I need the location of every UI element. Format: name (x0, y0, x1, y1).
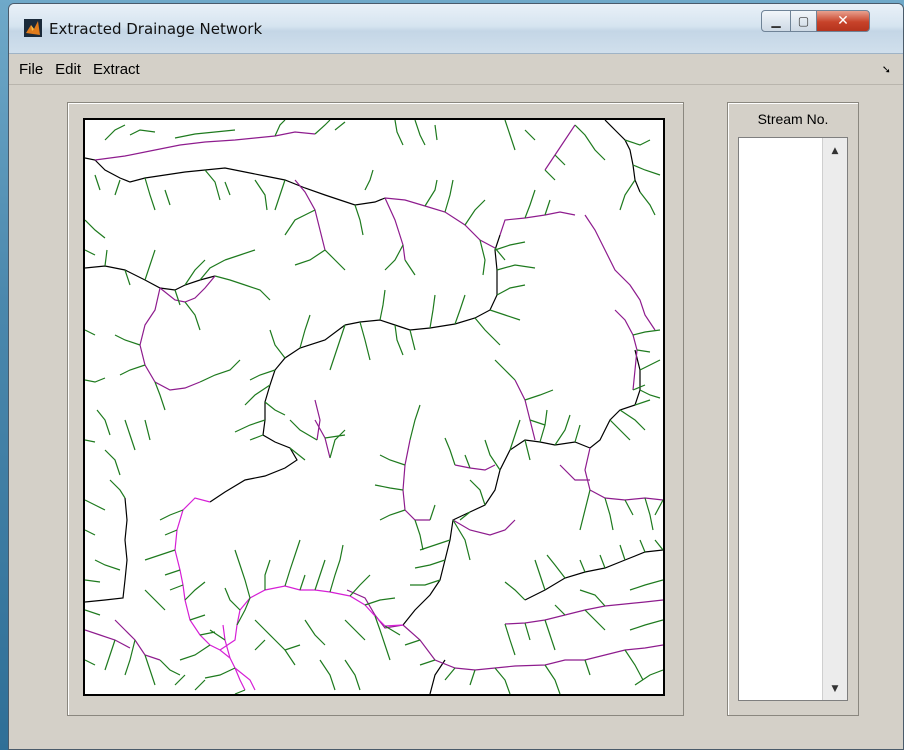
window-title: Extracted Drainage Network (49, 20, 263, 38)
app-window: Extracted Drainage Network ▁ ▢ ✕ File Ed… (8, 3, 904, 750)
scroll-down-arrow-icon[interactable]: ▼ (823, 684, 847, 694)
close-button[interactable]: ✕ (816, 10, 870, 32)
scroll-up-arrow-icon[interactable]: ▲ (823, 146, 847, 156)
stream-order-1 (85, 120, 663, 694)
matlab-icon (24, 19, 42, 37)
minimize-icon: ▁ (771, 14, 781, 28)
stream-order-3 (174, 497, 404, 691)
maximize-button[interactable]: ▢ (790, 10, 817, 32)
title-bar[interactable]: Extracted Drainage Network ▁ ▢ ✕ (9, 4, 903, 54)
maximize-icon: ▢ (797, 14, 810, 28)
stream-order-4 (85, 120, 663, 694)
minimize-button[interactable]: ▁ (761, 10, 791, 32)
stream-list-panel: Stream No. ▲ ▼ (727, 102, 859, 716)
menu-bar: File Edit Extract ➘ (9, 54, 903, 85)
menu-file[interactable]: File (9, 61, 49, 78)
close-icon: ✕ (837, 13, 849, 29)
drainage-network-plot[interactable] (83, 118, 665, 696)
menu-edit[interactable]: Edit (49, 61, 87, 78)
toolbar-toggle-icon[interactable]: ➘ (882, 63, 891, 76)
stream-list-title: Stream No. (757, 111, 829, 127)
drainage-network-drawing (85, 120, 663, 694)
stream-listbox[interactable]: ▲ ▼ (738, 137, 848, 701)
menu-extract[interactable]: Extract (87, 61, 146, 78)
stream-order-2 (85, 124, 663, 671)
listbox-scrollbar[interactable]: ▲ ▼ (822, 138, 847, 700)
